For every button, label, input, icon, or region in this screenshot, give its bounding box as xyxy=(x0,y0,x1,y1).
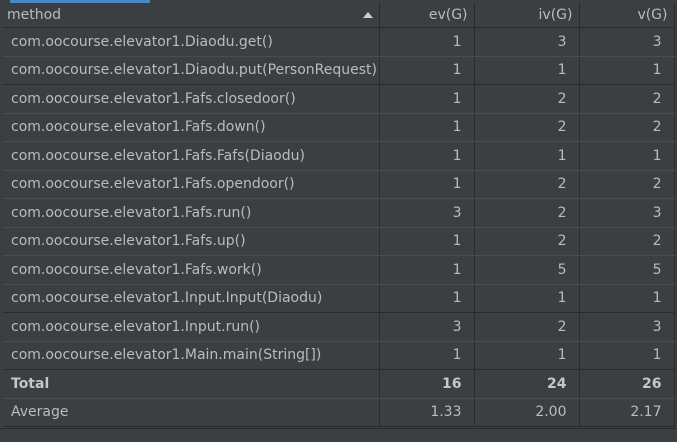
column-header-ev[interactable]: ev(G) xyxy=(379,3,475,28)
table-row[interactable]: com.oocourse.elevator1.Fafs.opendoor() 1… xyxy=(3,170,675,199)
method-cell: com.oocourse.elevator1.Fafs.opendoor() xyxy=(3,170,380,199)
v-cell: 3 xyxy=(579,198,675,228)
v-cell: 1 xyxy=(579,141,675,171)
ev-cell: 1 xyxy=(379,227,475,256)
column-header-iv-label: iv(G) xyxy=(538,7,573,23)
table-row[interactable]: com.oocourse.elevator1.Fafs.closedoor() … xyxy=(3,84,675,114)
v-cell: 2 xyxy=(579,84,675,114)
iv-cell: 2 xyxy=(474,312,580,342)
column-header-method[interactable]: method xyxy=(3,3,380,28)
ev-cell: 1 xyxy=(379,56,475,85)
table-row[interactable]: com.oocourse.elevator1.Fafs.Fafs(Diaodu)… xyxy=(3,141,675,171)
average-ev: 1.33 xyxy=(379,398,475,427)
column-header-method-label: method xyxy=(7,7,62,23)
v-cell: 1 xyxy=(579,56,675,85)
iv-cell: 2 xyxy=(474,227,580,256)
method-cell: com.oocourse.elevator1.Fafs.closedoor() xyxy=(3,84,380,114)
v-cell: 3 xyxy=(579,312,675,342)
method-cell: com.oocourse.elevator1.Diaodu.get() xyxy=(3,27,380,57)
table-row[interactable]: com.oocourse.elevator1.Diaodu.get() 1 3 … xyxy=(3,27,675,57)
ev-cell: 1 xyxy=(379,113,475,142)
table-row[interactable]: com.oocourse.elevator1.Fafs.run() 3 2 3 xyxy=(3,198,675,228)
table-header-row: method ev(G) iv(G) v(G) xyxy=(3,3,675,28)
method-cell: com.oocourse.elevator1.Fafs.work() xyxy=(3,255,380,285)
average-v: 2.17 xyxy=(579,398,675,427)
iv-cell: 2 xyxy=(474,198,580,228)
ev-cell: 1 xyxy=(379,341,475,370)
method-cell: com.oocourse.elevator1.Diaodu.put(Person… xyxy=(3,56,380,85)
table-row[interactable]: com.oocourse.elevator1.Fafs.work() 1 5 5 xyxy=(3,255,675,285)
ev-cell: 3 xyxy=(379,198,475,228)
iv-cell: 1 xyxy=(474,341,580,370)
table-row[interactable]: com.oocourse.elevator1.Input.Input(Diaod… xyxy=(3,284,675,313)
table-row[interactable]: com.oocourse.elevator1.Diaodu.put(Person… xyxy=(3,56,675,85)
iv-cell: 2 xyxy=(474,170,580,199)
column-header-ev-label: ev(G) xyxy=(428,7,468,23)
ev-cell: 1 xyxy=(379,84,475,114)
iv-cell: 1 xyxy=(474,141,580,171)
total-row: Total 16 24 26 xyxy=(3,369,675,399)
ev-cell: 1 xyxy=(379,170,475,199)
v-cell: 5 xyxy=(579,255,675,285)
ev-cell: 1 xyxy=(379,255,475,285)
total-iv: 24 xyxy=(474,369,580,399)
v-cell: 2 xyxy=(579,227,675,256)
iv-cell: 2 xyxy=(474,113,580,142)
table-row[interactable]: com.oocourse.elevator1.Main.main(String[… xyxy=(3,341,675,370)
v-cell: 2 xyxy=(579,170,675,199)
average-iv: 2.00 xyxy=(474,398,580,427)
column-header-v[interactable]: v(G) xyxy=(579,3,675,28)
method-cell: com.oocourse.elevator1.Fafs.run() xyxy=(3,198,380,228)
iv-cell: 2 xyxy=(474,84,580,114)
iv-cell: 3 xyxy=(474,27,580,57)
method-cell: com.oocourse.elevator1.Fafs.Fafs(Diaodu) xyxy=(3,141,380,171)
iv-cell: 5 xyxy=(474,255,580,285)
method-cell: com.oocourse.elevator1.Input.run() xyxy=(3,312,380,342)
total-ev: 16 xyxy=(379,369,475,399)
average-row: Average 1.33 2.00 2.17 xyxy=(3,398,675,427)
method-cell: com.oocourse.elevator1.Fafs.up() xyxy=(3,227,380,256)
ev-cell: 1 xyxy=(379,141,475,171)
total-v: 26 xyxy=(579,369,675,399)
table-row[interactable]: com.oocourse.elevator1.Fafs.down() 1 2 2 xyxy=(3,113,675,142)
ev-cell: 3 xyxy=(379,312,475,342)
average-label: Average xyxy=(3,398,380,427)
column-header-v-label: v(G) xyxy=(637,7,668,23)
sort-ascending-icon xyxy=(362,12,373,18)
method-metrics-table: method ev(G) iv(G) v(G) com.oocourse.ele… xyxy=(3,3,675,427)
method-cell: com.oocourse.elevator1.Main.main(String[… xyxy=(3,341,380,370)
table-row[interactable]: com.oocourse.elevator1.Fafs.up() 1 2 2 xyxy=(3,227,675,256)
v-cell: 1 xyxy=(579,341,675,370)
table-footer-bar xyxy=(0,428,677,442)
v-cell: 2 xyxy=(579,113,675,142)
iv-cell: 1 xyxy=(474,56,580,85)
v-cell: 3 xyxy=(579,27,675,57)
iv-cell: 1 xyxy=(474,284,580,313)
ev-cell: 1 xyxy=(379,27,475,57)
total-label: Total xyxy=(3,369,380,399)
column-header-iv[interactable]: iv(G) xyxy=(474,3,580,28)
table-row[interactable]: com.oocourse.elevator1.Input.run() 3 2 3 xyxy=(3,312,675,342)
method-cell: com.oocourse.elevator1.Input.Input(Diaod… xyxy=(3,284,380,313)
ev-cell: 1 xyxy=(379,284,475,313)
method-cell: com.oocourse.elevator1.Fafs.down() xyxy=(3,113,380,142)
v-cell: 1 xyxy=(579,284,675,313)
